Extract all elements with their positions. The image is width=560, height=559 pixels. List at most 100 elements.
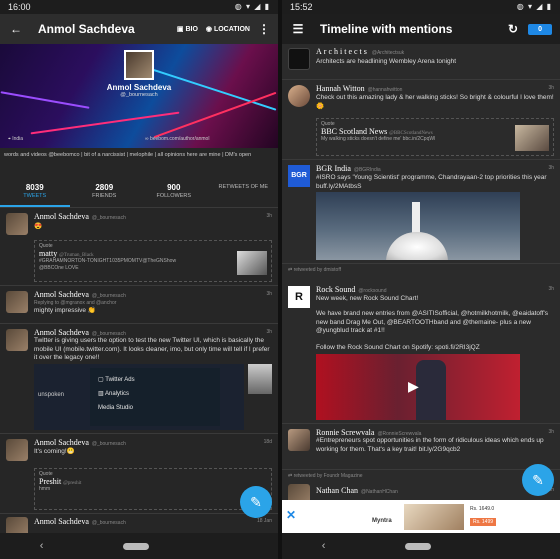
rocket-plume (386, 232, 448, 260)
ad-product-image (404, 504, 464, 530)
quoted-tweet[interactable]: Quote Preshit @preshit hmm (34, 468, 272, 510)
nav-home-pill[interactable] (122, 542, 149, 550)
tweet-row[interactable]: Architects @Architectsuk Architects are h… (282, 44, 560, 80)
ad-banner[interactable]: ✕ Myntra Rs. 1649.0 Rs. 1499 (282, 500, 560, 533)
bgr-logo[interactable]: BGR (288, 165, 310, 187)
tweet-media-thumb[interactable] (248, 364, 272, 394)
tweet-row[interactable]: Anmol Sachdeva @_bournesach 3h 😍 Quote ma… (0, 208, 278, 286)
tweet-time: 3h (548, 429, 554, 435)
profile-bio: words and videos @beebomco | bit of a na… (4, 152, 252, 158)
retweeted-by: ⇄ retweeted by Foundr Magazine (288, 473, 363, 479)
tweet-row[interactable]: Anmol Sachdeva @_bournesach 3h Replying t… (0, 286, 278, 324)
tweet-row[interactable]: ⇄ retweeted by Foundr Magazine Nathan Ch… (282, 470, 560, 506)
avatar[interactable] (6, 329, 28, 351)
profile-name: Anmol Sachdeva (106, 83, 172, 92)
tweet-text: mighty impressive 👏 (34, 307, 96, 314)
tweet-text: New week, new Rock Sound Chart! (316, 295, 419, 302)
avatar[interactable] (6, 291, 28, 313)
quote-image[interactable] (515, 125, 549, 151)
tweet-author: Anmol Sachdeva @_bournesach (34, 517, 126, 526)
nav-home-pill[interactable] (404, 542, 431, 550)
ad-close-icon[interactable]: ✕ (286, 508, 296, 522)
tweet-author: Anmol Sachdeva @_bournesach (34, 438, 126, 447)
tweet-row[interactable]: BGR BGR India @BGRIndia 3h #ISRO says 'Yo… (282, 160, 560, 264)
system-nav-bar: ‹ (282, 533, 560, 559)
tweet-author: BGR India @BGRIndia (316, 164, 381, 173)
tweet-time: 3h (548, 165, 554, 171)
compose-button[interactable]: ✎ (240, 486, 272, 518)
retweeted-by: ⇄ retweeted by dmistoff (288, 267, 342, 273)
rocket-shape (412, 202, 420, 236)
back-arrow-icon[interactable]: ← (8, 22, 24, 36)
status-bar: 16:00 ◍ ▾ ◢ ▮ (0, 0, 278, 14)
tab-retweets-of-me[interactable]: RETWEETS OF ME (209, 180, 279, 207)
tweet-text: Twitter is giving users the option to te… (34, 337, 270, 361)
tweet-media[interactable]: unspoken ▢ Twitter Ads ▥ Analytics Media… (34, 364, 244, 430)
profile-avatar[interactable] (124, 50, 154, 80)
menu-item-analytics: ▥ Analytics (98, 391, 130, 397)
tweet-time: 3h (266, 329, 272, 335)
tweet-author: Architects @Architectsuk (316, 47, 405, 56)
quoted-tweet[interactable]: Quote BBC Scotland News @BBCScotlandNews… (316, 118, 554, 156)
tweet-text: #ISRO says 'Young Scientist' programme, … (316, 174, 547, 190)
tweet-text: #Entrepreneurs spot opportunities in the… (316, 437, 544, 453)
tweet-author: Anmol Sachdeva @_bournesach (34, 328, 126, 337)
quote-author: matty @Truman_Black (39, 249, 94, 258)
compose-button[interactable]: ✎ (522, 464, 554, 496)
tab-friends[interactable]: 2809 FRIENDS (70, 180, 140, 207)
ad-price: Rs. 1649.0 (470, 506, 495, 512)
tweet-video[interactable]: ▶ (316, 354, 520, 420)
tab-followers[interactable]: 900 FOLLOWERS (139, 180, 209, 207)
unread-count-badge[interactable]: 0 (528, 23, 552, 35)
avatar[interactable] (288, 429, 310, 451)
hamburger-menu-icon[interactable]: ☰ (290, 22, 306, 36)
ad-brand: Myntra (372, 518, 392, 524)
tweet-text-2: We have brand new entries from @ASITISof… (316, 310, 549, 334)
status-bar: 15:52 ◍ ▾ ◢ ▮ (282, 0, 560, 14)
quoted-tweet[interactable]: Quote matty @Truman_Black #GRAHAMNORTON-… (34, 240, 272, 282)
tweet-time: 18 Jan (256, 518, 272, 524)
timeline-appbar: ☰ Timeline with mentions ↻ 0 (282, 14, 560, 44)
ad-price-alt: Rs. 1499 (470, 518, 497, 526)
video-figure (416, 360, 446, 420)
profile-location: ⌖ India (8, 136, 24, 142)
quote-image[interactable] (237, 251, 267, 275)
avatar[interactable] (288, 85, 310, 107)
tweet-row[interactable]: ⇄ retweeted by dmistoff R Rock Sound @roc… (282, 264, 560, 424)
tweet-time: 3h (548, 85, 554, 91)
tweet-row[interactable]: Hannah Witton @hannahwitton 3h Check out … (282, 80, 560, 160)
tab-tweets[interactable]: 8039 TWEETS (0, 180, 70, 207)
tweet-row[interactable]: Anmol Sachdeva @_bournesach 18 Jan (0, 514, 278, 539)
tweet-author: Rock Sound @rocksound (316, 285, 387, 294)
quote-author: Preshit @preshit (39, 477, 82, 486)
rock-sound-logo[interactable]: R (288, 286, 310, 308)
nav-back-icon[interactable]: ‹ (40, 540, 44, 552)
profile-url[interactable]: ∞ beebom.com/author/anmol (145, 136, 209, 142)
location-button[interactable]: ◉ LOCATION (206, 25, 250, 33)
more-options-icon[interactable]: ⋮ (258, 22, 270, 36)
right-screen: 15:52 ◍ ▾ ◢ ▮ ☰ Timeline with mentions ↻ … (282, 0, 560, 559)
tweet-row[interactable]: Ronnie Screwvala @RonnieScrewvala 3h #Ent… (282, 424, 560, 470)
tweet-text: It's coming!😬 (34, 448, 75, 455)
media-side-label: unspoken (38, 392, 65, 398)
menu-item-twitter-ads: ▢ Twitter Ads (98, 377, 135, 383)
profile-appbar: ← Anmol Sachdeva ▣ BIO ◉ LOCATION ⋮ (0, 14, 278, 44)
avatar[interactable] (6, 439, 28, 461)
tweet-author: Hannah Witton @hannahwitton (316, 84, 403, 93)
nav-back-icon[interactable]: ‹ (322, 540, 326, 552)
quote-text: #GRAHAMNORTON-TONIGHT1035PMOMTV@TheGNSho… (39, 258, 177, 271)
bio-button[interactable]: ▣ BIO (177, 25, 198, 33)
refresh-icon[interactable]: ↻ (508, 22, 518, 36)
menu-item-media-studio: Media Studio (98, 405, 134, 411)
tweet-row[interactable]: Anmol Sachdeva @_bournesach 3h Twitter is… (0, 324, 278, 434)
tweet-row[interactable]: Anmol Sachdeva @_bournesach 18d It's comi… (0, 434, 278, 514)
avatar[interactable] (288, 48, 310, 70)
avatar[interactable] (6, 213, 28, 235)
tweet-time: 3h (548, 286, 554, 292)
profile-handle: @_bournesach (120, 92, 158, 98)
tweet-author: Ronnie Screwvala @RonnieScrewvala (316, 428, 422, 437)
tweet-media[interactable] (316, 192, 520, 260)
play-icon[interactable]: ▶ (408, 378, 419, 395)
tweet-time: 18d (263, 439, 272, 445)
tweet-text-3: Follow the Rock Sound Chart on Spotify: … (316, 344, 480, 351)
